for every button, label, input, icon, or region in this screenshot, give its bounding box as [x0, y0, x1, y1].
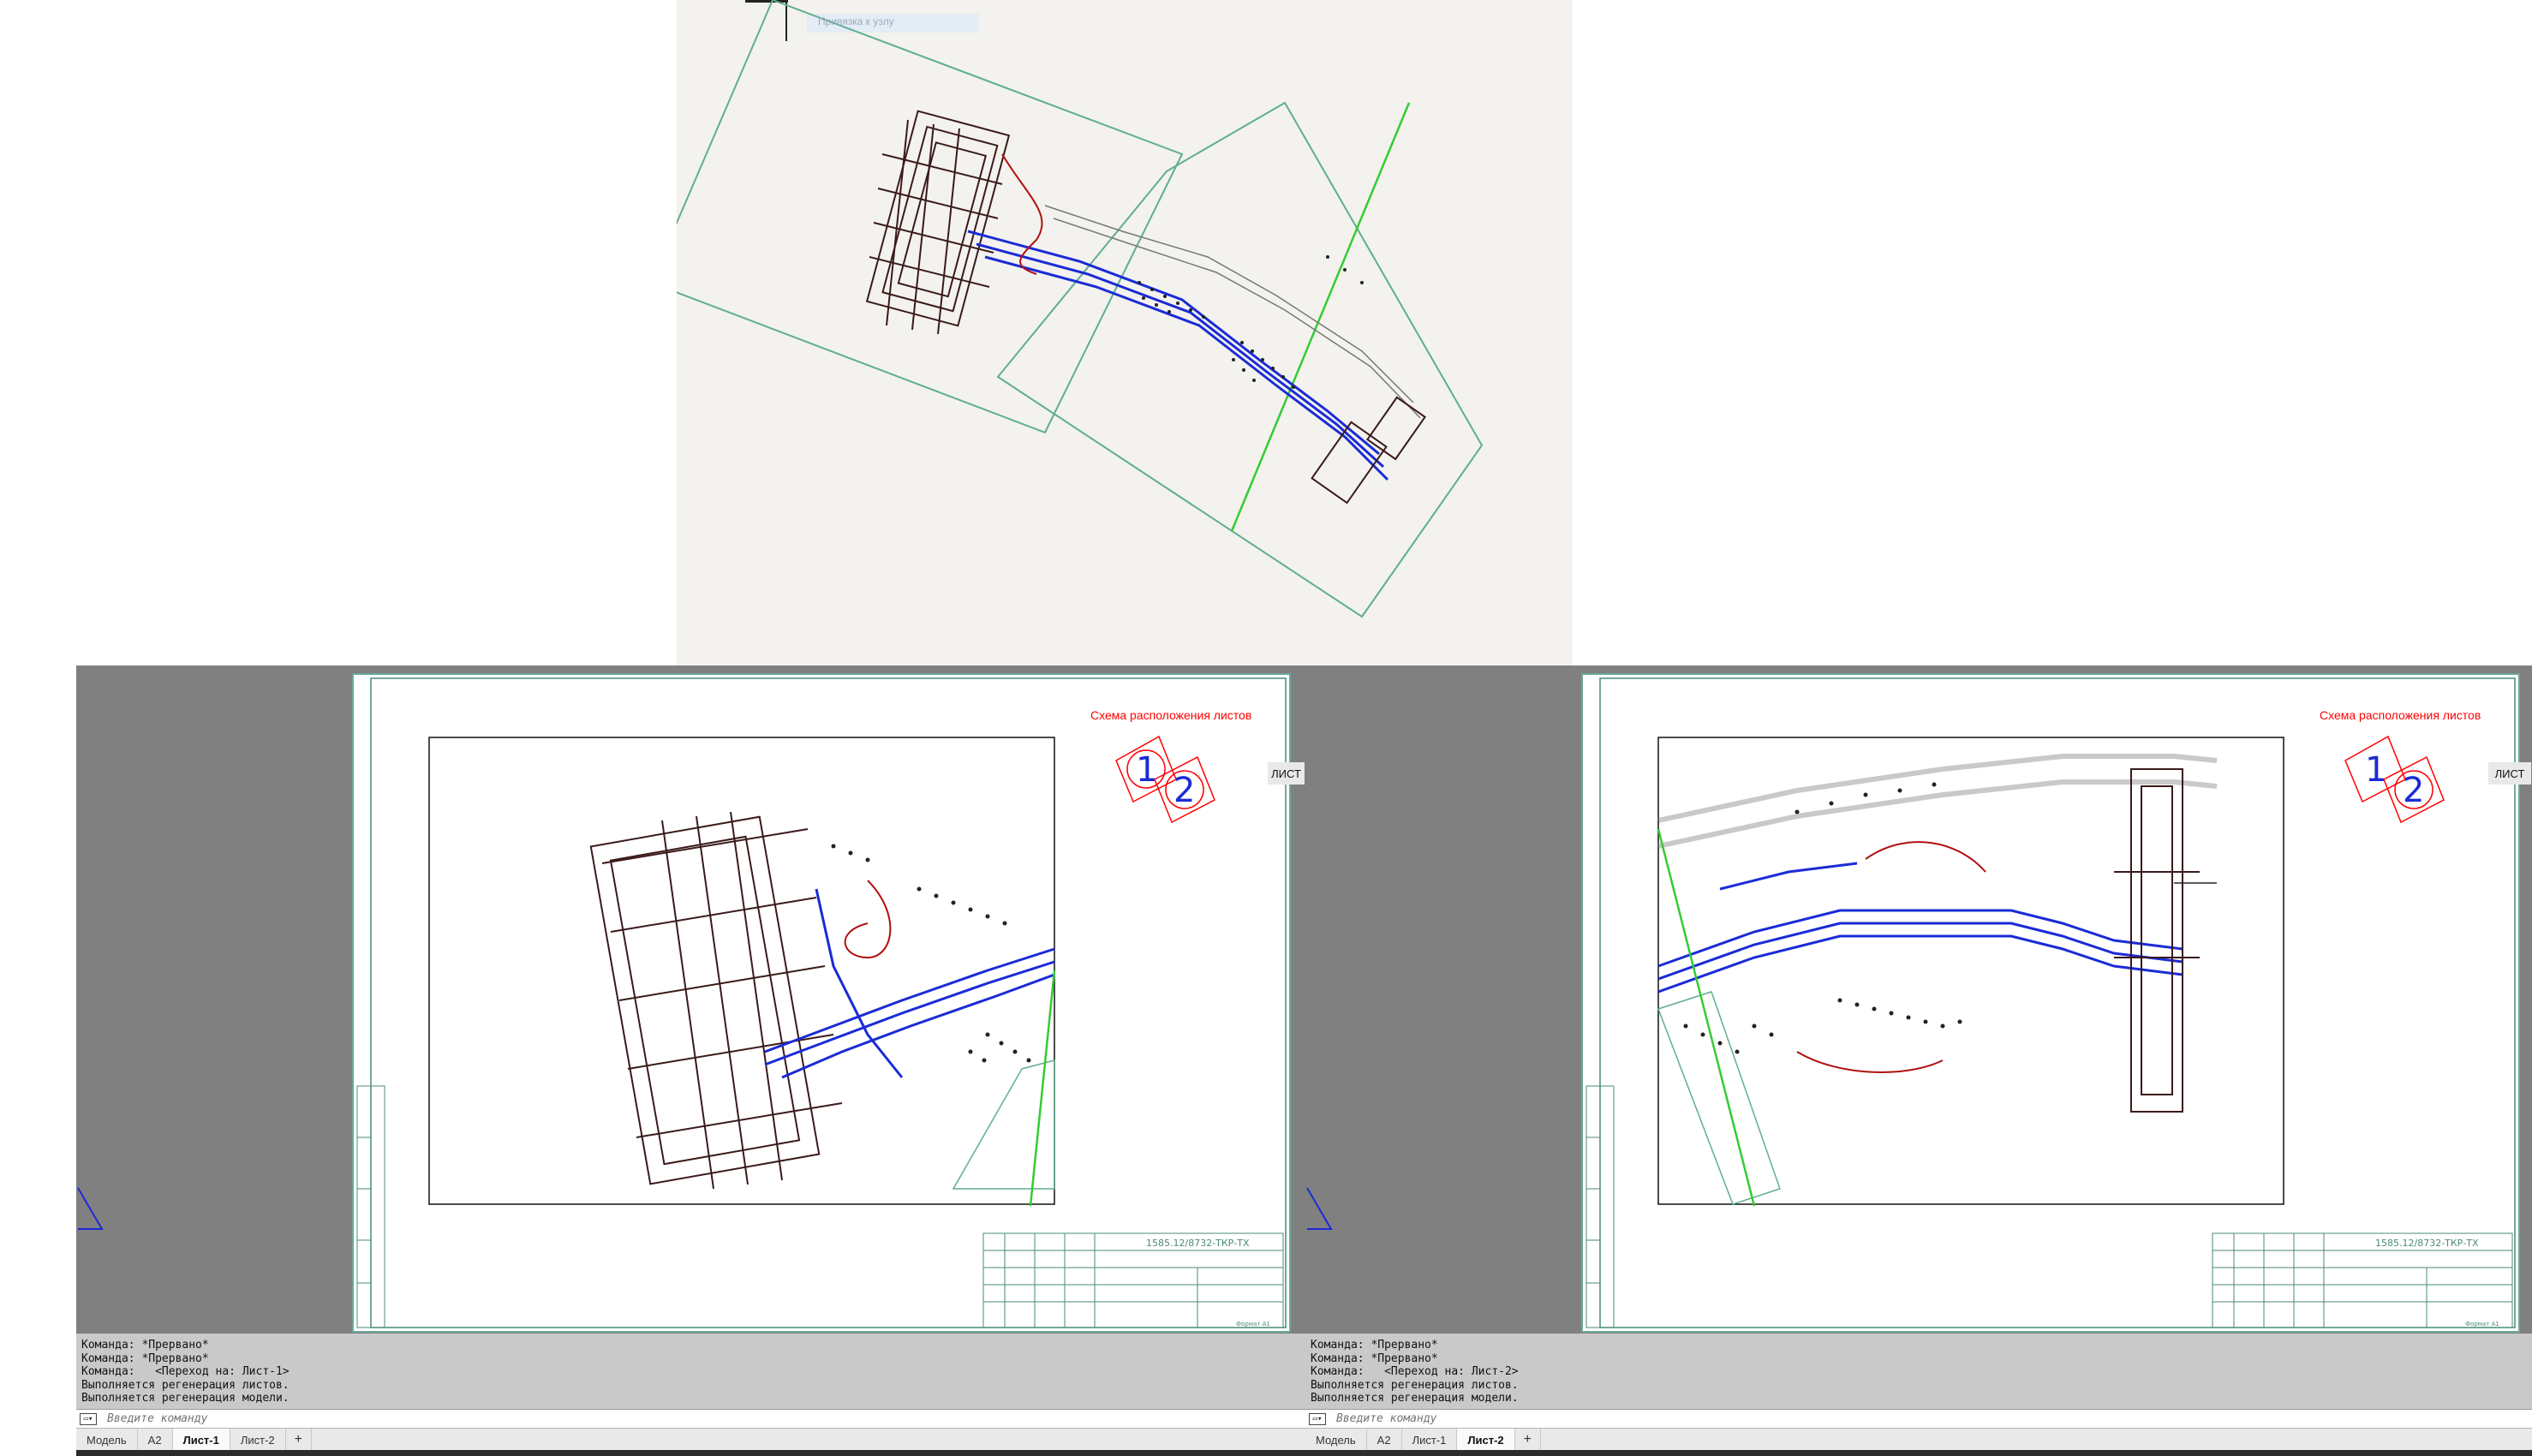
- command-input[interactable]: [105, 1411, 623, 1426]
- command-input-bar: ▭▾: [76, 1409, 1373, 1428]
- tab-sheet-1[interactable]: Лист-1: [172, 1429, 230, 1451]
- scheme-number-1: 1: [2365, 750, 2386, 790]
- command-history: Команда: *Прервано* Команда: *Прервано* …: [1305, 1334, 2532, 1411]
- sheet-layout-scheme: 1 2: [2344, 735, 2445, 824]
- paper-sheet: Схема расположения листов 1 2 1585.12/87…: [352, 673, 1291, 1333]
- status-space-1[interactable]: ЛИСТ: [1268, 762, 1305, 785]
- dot-fields: [1138, 255, 1364, 389]
- ucs-icon: [1306, 1187, 1333, 1230]
- doc-code: 1585.12/8732-ТКР-ТХ: [1146, 1238, 1250, 1249]
- viewport-frames: [677, 0, 1484, 618]
- add-layout-button[interactable]: +: [286, 1429, 313, 1451]
- command-line-4: Выполняется регенерация листов.: [81, 1378, 290, 1392]
- command-prompt-icon[interactable]: ▭▾: [80, 1412, 97, 1425]
- scheme-title: Схема расположения листов: [2320, 708, 2481, 722]
- sheet-layout-scheme: 1 2: [1115, 735, 1215, 824]
- sheet-drawing: Схема расположения листов 1 2 1585.12/87…: [356, 677, 1287, 1328]
- tab-model[interactable]: Модель: [76, 1429, 138, 1451]
- scheme-number-2: 2: [2403, 771, 2424, 810]
- terrain-hatch: [1044, 205, 1421, 419]
- tab-sheet-1[interactable]: Лист-1: [1402, 1429, 1458, 1451]
- command-history: Команда: *Прервано* Команда: *Прервано* …: [76, 1334, 1373, 1411]
- binding-strip: [1585, 1085, 1615, 1328]
- snap-tooltip: Привязка к узлу: [818, 15, 894, 27]
- plant-structures: [865, 110, 1011, 335]
- viewport-rect: [428, 737, 1055, 1205]
- tab-sheet-2[interactable]: Лист-2: [1457, 1429, 1515, 1451]
- command-line-2: Команда: *Прервано*: [81, 1352, 209, 1365]
- format-label: Формат А1: [2465, 1321, 2499, 1328]
- doc-code: 1585.12/8732-ТКР-ТХ: [2375, 1238, 2479, 1249]
- command-prompt-icon[interactable]: ▭▾: [1309, 1412, 1326, 1425]
- layout-pane-sheet-1[interactable]: Схема расположения листов 1 2 1585.12/87…: [76, 665, 1373, 1456]
- layout-tabs: Модель A2 Лист-1 Лист-2 +: [1305, 1428, 2532, 1451]
- scheme-number-1: 1: [1136, 750, 1157, 790]
- binding-strip: [356, 1085, 385, 1328]
- command-line-5: Выполняется регенерация модели.: [1311, 1392, 1519, 1405]
- pipeline-routes: [967, 230, 1389, 481]
- viewport-content: [589, 811, 1056, 1207]
- command-line-3: Команда: <Переход на: Лист-2>: [1311, 1365, 1519, 1378]
- tab-a2[interactable]: A2: [1367, 1429, 1402, 1451]
- taskbar-strip: [1305, 1450, 2532, 1456]
- command-input-bar: ▭▾: [1305, 1409, 2532, 1428]
- status-space-2[interactable]: ЛИСТ: [2488, 762, 2531, 785]
- ucs-icon: [77, 1187, 104, 1230]
- viewport-content: [1657, 754, 2218, 1207]
- model-drawing: [677, 0, 1484, 618]
- command-line-1: Команда: *Прервано*: [81, 1339, 209, 1352]
- layout-pane-sheet-2[interactable]: Схема расположения листов 1 2 1585.12/87…: [1305, 665, 2532, 1456]
- command-line-5: Выполняется регенерация модели.: [81, 1392, 290, 1405]
- tab-model[interactable]: Модель: [1305, 1429, 1367, 1451]
- model-space-view[interactable]: [677, 0, 1573, 665]
- command-line-3: Команда: <Переход на: Лист-1>: [81, 1365, 290, 1378]
- paper-sheet: Схема расположения листов 1 2 1585.12/87…: [1581, 673, 2520, 1333]
- crosshair-icon: [745, 0, 788, 41]
- taskbar-strip: [76, 1450, 1373, 1456]
- tab-a2[interactable]: A2: [138, 1429, 173, 1451]
- command-line-1: Команда: *Прервано*: [1311, 1339, 1438, 1352]
- command-line-2: Команда: *Прервано*: [1311, 1352, 1438, 1365]
- tab-sheet-2[interactable]: Лист-2: [230, 1429, 286, 1451]
- red-contour: [1001, 153, 1043, 275]
- scheme-number-2: 2: [1173, 771, 1195, 810]
- viewport-rect: [1657, 737, 2284, 1205]
- layout-tabs: Модель A2 Лист-1 Лист-2 +: [76, 1428, 1373, 1451]
- command-input[interactable]: [1335, 1411, 1852, 1426]
- format-label: Формат А1: [1236, 1321, 1270, 1328]
- add-layout-button[interactable]: +: [1515, 1429, 1542, 1451]
- sheet-drawing: Схема расположения листов 1 2 1585.12/87…: [1585, 677, 2516, 1328]
- scheme-title: Схема расположения листов: [1090, 708, 1251, 722]
- command-line-4: Выполняется регенерация листов.: [1311, 1378, 1519, 1392]
